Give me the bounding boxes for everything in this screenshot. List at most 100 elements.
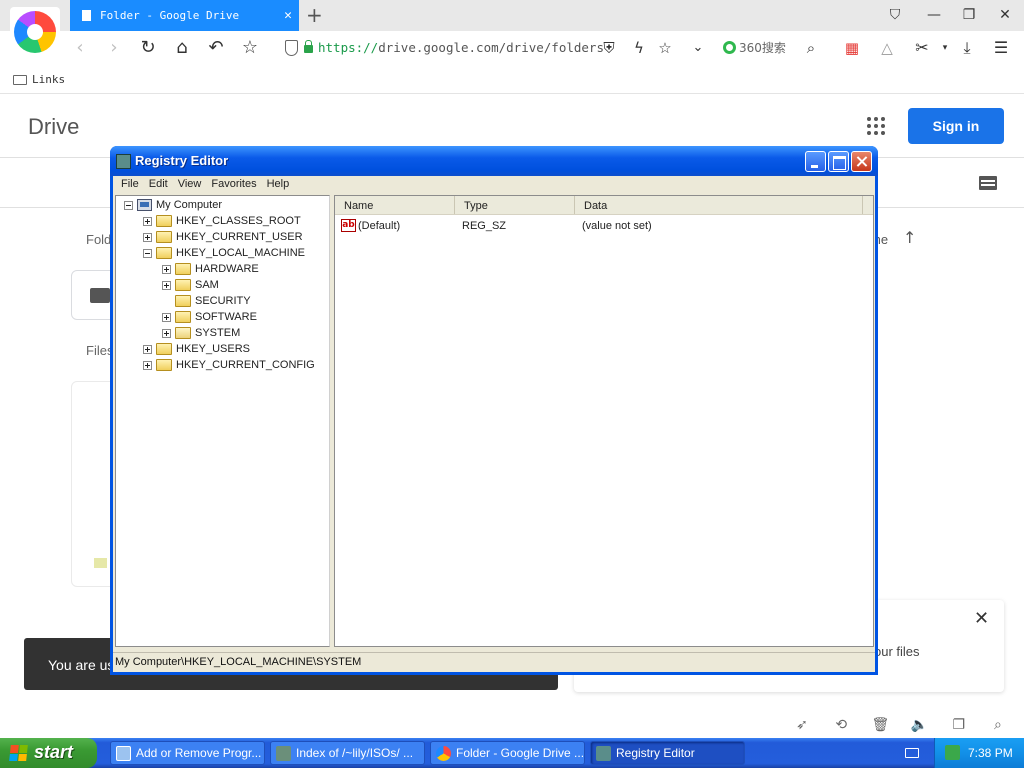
tree-node-hkcr[interactable]: HKEY_CLASSES_ROOT bbox=[143, 213, 301, 229]
rocket-icon[interactable]: ➶ bbox=[790, 717, 814, 737]
taskbar-item-add-remove[interactable]: Add or Remove Progr... bbox=[110, 741, 265, 765]
column-header-name[interactable]: Name bbox=[335, 196, 455, 214]
close-button[interactable] bbox=[851, 151, 872, 172]
menu-edit[interactable]: Edit bbox=[144, 176, 173, 194]
collapse-icon[interactable] bbox=[143, 248, 152, 258]
download-icon[interactable]: ⤓ bbox=[955, 36, 979, 60]
expand-icon[interactable] bbox=[143, 216, 152, 226]
close-window-button[interactable]: ✕ bbox=[993, 4, 1017, 26]
folder-icon bbox=[156, 343, 172, 355]
expand-icon[interactable] bbox=[143, 360, 152, 370]
search-engine-logo-icon bbox=[723, 41, 736, 54]
taskbar-item-registry-editor[interactable]: Registry Editor bbox=[590, 741, 745, 765]
minimize-button[interactable] bbox=[805, 151, 826, 172]
registry-tree[interactable]: My Computer HKEY_CLASSES_ROOT HKEY_CURRE… bbox=[115, 195, 330, 647]
apps-grid-icon[interactable]: ▦ bbox=[840, 36, 864, 60]
favorite-star-icon[interactable]: ☆ bbox=[653, 36, 677, 60]
list-view-icon[interactable] bbox=[979, 176, 997, 190]
bookmark-links-folder[interactable]: Links bbox=[13, 73, 65, 86]
zoom-icon[interactable]: ⌕ bbox=[986, 717, 1010, 737]
tree-node-my-computer[interactable]: My Computer bbox=[124, 197, 222, 213]
expand-icon[interactable] bbox=[162, 280, 171, 290]
close-icon[interactable]: ✕ bbox=[974, 608, 989, 629]
browser-logo-icon[interactable] bbox=[10, 7, 60, 57]
expand-icon[interactable] bbox=[162, 264, 171, 274]
sign-in-button[interactable]: Sign in bbox=[908, 108, 1004, 144]
restore-button[interactable]: ❐ bbox=[957, 4, 981, 26]
tab-close-icon[interactable]: ✕ bbox=[277, 8, 299, 23]
taskbar-item-google-drive[interactable]: Folder - Google Drive ... bbox=[430, 741, 585, 765]
lightning-icon[interactable]: ϟ bbox=[627, 36, 651, 60]
column-header-type[interactable]: Type bbox=[455, 196, 575, 214]
tab-google-drive[interactable]: Folder - Google Drive ✕ bbox=[70, 0, 299, 31]
extension-icon[interactable]: △ bbox=[875, 36, 899, 60]
expand-icon[interactable] bbox=[162, 328, 171, 338]
registry-editor-window[interactable]: Registry Editor File Edit View Favorites… bbox=[110, 146, 878, 675]
tree-node-hardware[interactable]: HARDWARE bbox=[162, 261, 259, 277]
taskbar: start Add or Remove Progr... Index of /~… bbox=[0, 738, 1024, 768]
menu-help[interactable]: Help bbox=[262, 176, 295, 194]
tree-node-hkcu[interactable]: HKEY_CURRENT_USER bbox=[143, 229, 303, 245]
chevron-down-small-icon[interactable]: ▾ bbox=[933, 36, 957, 60]
status-path: My Computer\HKEY_LOCAL_MACHINE\SYSTEM bbox=[115, 656, 362, 668]
menu-favorites[interactable]: Favorites bbox=[206, 176, 261, 194]
tab-title: Folder - Google Drive bbox=[100, 9, 240, 22]
maximize-button[interactable] bbox=[828, 151, 849, 172]
window-icon[interactable]: ❐ bbox=[947, 717, 971, 737]
expand-icon[interactable] bbox=[162, 312, 171, 322]
tray-app-icon[interactable] bbox=[945, 745, 960, 760]
security-shield-icon[interactable] bbox=[285, 40, 298, 56]
snackbar-text: You are us bbox=[48, 657, 115, 673]
reload-button[interactable]: ↻ bbox=[136, 36, 160, 60]
bookmark-star-icon[interactable]: ☆ bbox=[238, 36, 262, 60]
menu-file[interactable]: File bbox=[116, 176, 144, 194]
menu-view[interactable]: View bbox=[173, 176, 207, 194]
shirt-skin-icon[interactable]: ⛉ bbox=[883, 4, 907, 26]
new-tab-button[interactable]: + bbox=[306, 3, 323, 27]
column-header-data[interactable]: Data bbox=[575, 196, 863, 214]
lock-icon[interactable] bbox=[304, 40, 313, 53]
search-icon[interactable]: ⌕ bbox=[799, 36, 823, 60]
file-thumbnail bbox=[94, 558, 107, 568]
tree-node-hkcc[interactable]: HKEY_CURRENT_CONFIG bbox=[143, 357, 315, 373]
keyboard-icon[interactable] bbox=[905, 748, 919, 758]
tree-node-hku[interactable]: HKEY_USERS bbox=[143, 341, 250, 357]
tree-node-hklm[interactable]: HKEY_LOCAL_MACHINE bbox=[143, 245, 305, 261]
menu-icon[interactable]: ☰ bbox=[989, 36, 1013, 60]
back-button[interactable]: ‹ bbox=[68, 36, 92, 60]
value-row[interactable]: ab (Default) REG_SZ (value not set) bbox=[335, 217, 652, 234]
start-button[interactable]: start bbox=[0, 738, 97, 768]
collapse-icon[interactable] bbox=[124, 200, 133, 210]
task-label: Index of /~lily/ISOs/ ... bbox=[296, 746, 414, 760]
undo-close-tab-button[interactable]: ↶ bbox=[204, 36, 228, 60]
tree-label: HKEY_LOCAL_MACHINE bbox=[176, 247, 305, 259]
minimize-button[interactable]: — bbox=[922, 4, 946, 26]
tree-node-software[interactable]: SOFTWARE bbox=[162, 309, 257, 325]
tree-node-system[interactable]: SYSTEM bbox=[162, 325, 240, 341]
window-titlebar[interactable]: Registry Editor bbox=[110, 146, 878, 176]
trash-icon[interactable]: 🗑 bbox=[868, 717, 892, 737]
volume-icon[interactable]: 🔈 bbox=[908, 717, 932, 737]
window-body: File Edit View Favorites Help My Compute… bbox=[113, 176, 875, 672]
tree-node-security[interactable]: SECURITY bbox=[162, 293, 251, 309]
expand-icon[interactable] bbox=[143, 344, 152, 354]
expand-icon[interactable] bbox=[143, 232, 152, 242]
sort-arrow-up-icon[interactable]: ↑ bbox=[903, 228, 916, 247]
refresh-icon[interactable]: ⟲ bbox=[829, 717, 853, 737]
regedit-icon bbox=[116, 154, 131, 169]
values-list[interactable]: Name Type Data ab (Default) REG_SZ (valu… bbox=[334, 195, 874, 647]
search-engine-selector[interactable]: 360搜索 bbox=[723, 39, 786, 56]
home-button[interactable]: ⌂ bbox=[170, 36, 194, 60]
chevron-down-icon[interactable]: ⌄ bbox=[686, 36, 710, 60]
forward-button[interactable]: › bbox=[102, 36, 126, 60]
clock[interactable]: 7:38 PM bbox=[968, 746, 1013, 760]
scissors-icon[interactable]: ✂ bbox=[910, 36, 934, 60]
address-bar[interactable]: https://drive.google.com/drive/folders bbox=[318, 40, 604, 55]
tracking-shield-icon[interactable]: ⛨ bbox=[597, 36, 621, 60]
tree-label: SECURITY bbox=[195, 295, 251, 307]
google-apps-icon[interactable] bbox=[867, 117, 885, 135]
drive-title[interactable]: Drive bbox=[28, 114, 79, 140]
taskbar-item-index[interactable]: Index of /~lily/ISOs/ ... bbox=[270, 741, 425, 765]
tree-node-sam[interactable]: SAM bbox=[162, 277, 219, 293]
tree-label: SYSTEM bbox=[195, 327, 241, 339]
